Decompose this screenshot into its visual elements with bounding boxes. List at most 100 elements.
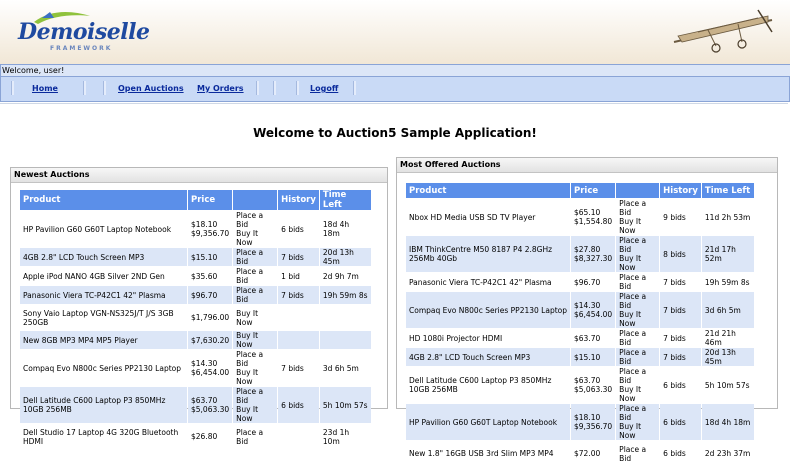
nav-open-auctions-link[interactable]: Open Auctions [118,84,184,93]
bid-history[interactable]: 6 bids [663,381,698,390]
bid-history[interactable]: 1 bid [281,272,316,281]
primary-action-link[interactable]: Place a Bid [236,387,274,405]
product-name[interactable]: HP Pavilion G60 G60T Laptop Notebook [409,418,567,427]
product-cell[interactable]: HP Pavilion G60 G60T Laptop Notebook [20,211,187,247]
history-cell[interactable]: 7 bids [660,292,701,328]
table-row[interactable]: Apple iPod NANO 4GB Silver 2ND Gen $35.60… [20,267,371,285]
bid-history[interactable]: 8 bids [663,250,698,259]
history-cell[interactable]: 6 bids [278,211,319,247]
product-name[interactable]: Dell Latitude C600 Laptop P3 850MHz 10GB… [409,376,567,394]
table-row[interactable]: 4GB 2.8" LCD Touch Screen MP3 $15.10 Place… [20,248,371,266]
product-name[interactable]: New 1.8" 16GB USB 3rd Slim MP3 MP4 [409,449,567,458]
primary-action-link[interactable]: Place a Bid [619,236,656,254]
product-name[interactable]: Compaq Evo N800c Series PP2130 Laptop [409,306,567,315]
bid-history[interactable]: 6 bids [663,449,698,458]
history-cell[interactable]: 6 bids [660,441,701,466]
product-cell[interactable]: Compaq Evo N800c Series PP2130 Laptop [406,292,570,328]
product-cell[interactable]: New 8GB MP3 MP4 MP5 Player [20,331,187,349]
product-name[interactable]: Sony Vaio Laptop VGN-NS325J/T J/S 3GB 25… [23,309,184,327]
primary-action-link[interactable]: Place a Bid [619,404,656,422]
product-name[interactable]: IBM ThinkCentre M50 8187 P4 2.8GHz 256Mb… [409,245,567,263]
primary-action-link[interactable]: Place a Bid [236,211,274,229]
product-cell[interactable]: HP Pavilion G60 G60T Laptop Notebook [406,404,570,440]
bid-history[interactable]: 7 bids [663,334,698,343]
product-cell[interactable]: 4GB 2.8" LCD Touch Screen MP3 [20,248,187,266]
table-row[interactable]: Dell Studio 17 Laptop 4G 320G Bluetooth … [20,424,371,449]
product-cell[interactable]: Dell Latitude C600 Laptop P3 850MHz 10GB… [406,367,570,403]
primary-action-link[interactable]: Place a Bid [619,367,656,385]
product-name[interactable]: Dell Studio 17 Laptop 4G 320G Bluetooth … [23,428,184,446]
primary-action-link[interactable]: Buy It Now [236,309,274,327]
primary-action-link[interactable]: Place a Bid [236,267,274,285]
history-cell[interactable]: 6 bids [660,367,701,403]
history-cell[interactable]: 7 bids [278,350,319,386]
table-row[interactable]: Compaq Evo N800c Series PP2130 Laptop $14… [406,292,754,328]
table-row[interactable]: Sony Vaio Laptop VGN-NS325J/T J/S 3GB 25… [20,305,371,330]
table-row[interactable]: Nbox HD Media USB SD TV Player $65.10 $1,5… [406,199,754,235]
bid-history[interactable]: 7 bids [663,353,698,362]
primary-action-link[interactable]: Place a Bid [619,445,656,463]
buy-it-now-link[interactable]: Buy It Now [236,229,274,247]
history-cell[interactable]: 7 bids [660,273,701,291]
history-cell[interactable]: 8 bids [660,236,701,272]
bid-history[interactable]: 7 bids [281,253,316,262]
product-cell[interactable]: Compaq Evo N800c Series PP2130 Laptop [20,350,187,386]
primary-action-link[interactable]: Place a Bid [619,292,656,310]
nav-logoff-link[interactable]: Logoff [310,84,338,93]
history-cell[interactable]: 7 bids [660,348,701,366]
product-cell[interactable]: Panasonic Viera TC-P42C1 42" Plasma [20,286,187,304]
product-cell[interactable]: Panasonic Viera TC-P42C1 42" Plasma [406,273,570,291]
nav-my-orders-link[interactable]: My Orders [197,84,244,93]
product-cell[interactable]: 4GB 2.8" LCD Touch Screen MP3 [406,348,570,366]
table-row[interactable]: Panasonic Viera TC-P42C1 42" Plasma $96.7… [20,286,371,304]
history-cell[interactable] [278,331,319,349]
product-cell[interactable]: Sony Vaio Laptop VGN-NS325J/T J/S 3GB 25… [20,305,187,330]
product-cell[interactable]: New 1.8" 16GB USB 3rd Slim MP3 MP4 [406,441,570,466]
table-row[interactable]: Dell Latitude C600 Laptop P3 850MHz 10GB… [406,367,754,403]
product-name[interactable]: HP Pavilion G60 G60T Laptop Notebook [23,225,184,234]
bid-history[interactable]: 7 bids [281,291,316,300]
history-cell[interactable]: 6 bids [660,404,701,440]
history-cell[interactable] [278,305,319,330]
bid-history[interactable]: 7 bids [663,278,698,287]
history-cell[interactable]: 9 bids [660,199,701,235]
table-row[interactable]: HD 1080i Projector HDMI $63.70 Place a Bid… [406,329,754,347]
product-cell[interactable]: Dell Latitude C600 Laptop P3 850MHz 10GB… [20,387,187,423]
primary-action-link[interactable]: Place a Bid [236,248,274,266]
bid-history[interactable]: 6 bids [663,418,698,427]
product-cell[interactable]: Dell Studio 17 Laptop 4G 320G Bluetooth … [20,424,187,449]
history-cell[interactable] [278,424,319,449]
primary-action-link[interactable]: Place a Bid [236,350,274,368]
primary-action-link[interactable]: Place a Bid [619,329,656,347]
buy-it-now-link[interactable]: Buy It Now [619,254,656,272]
table-row[interactable]: Panasonic Viera TC-P42C1 42" Plasma $96.7… [406,273,754,291]
product-cell[interactable]: IBM ThinkCentre M50 8187 P4 2.8GHz 256Mb… [406,236,570,272]
primary-action-link[interactable]: Buy It Now [236,331,274,349]
product-name[interactable]: Nbox HD Media USB SD TV Player [409,213,567,222]
history-cell[interactable]: 7 bids [278,286,319,304]
product-name[interactable]: Dell Latitude C600 Laptop P3 850MHz 10GB… [23,396,184,414]
bid-history[interactable]: 6 bids [281,225,316,234]
bid-history[interactable]: 7 bids [281,364,316,373]
product-name[interactable]: HD 1080i Projector HDMI [409,334,567,343]
bid-history[interactable]: 7 bids [663,306,698,315]
product-name[interactable]: New 8GB MP3 MP4 MP5 Player [23,336,184,345]
buy-it-now-link[interactable]: Buy It Now [619,385,656,403]
product-name[interactable]: Compaq Evo N800c Series PP2130 Laptop [23,364,184,373]
primary-action-link[interactable]: Place a Bid [619,348,656,366]
buy-it-now-link[interactable]: Buy It Now [619,310,656,328]
table-row[interactable]: HP Pavilion G60 G60T Laptop Notebook $18.… [406,404,754,440]
table-row[interactable]: IBM ThinkCentre M50 8187 P4 2.8GHz 256Mb… [406,236,754,272]
product-name[interactable]: Apple iPod NANO 4GB Silver 2ND Gen [23,272,184,281]
primary-action-link[interactable]: Place a Bid [619,199,656,217]
buy-it-now-link[interactable]: Buy It Now [236,368,274,386]
nav-home-link[interactable]: Home [32,84,58,93]
history-cell[interactable]: 7 bids [278,248,319,266]
table-row[interactable]: HP Pavilion G60 G60T Laptop Notebook $18.… [20,211,371,247]
primary-action-link[interactable]: Place a Bid [619,273,656,291]
history-cell[interactable]: 7 bids [660,329,701,347]
primary-action-link[interactable]: Place a Bid [236,428,274,446]
table-row[interactable]: New 1.8" 16GB USB 3rd Slim MP3 MP4 $72.00… [406,441,754,466]
buy-it-now-link[interactable]: Buy It Now [619,422,656,440]
history-cell[interactable]: 1 bid [278,267,319,285]
